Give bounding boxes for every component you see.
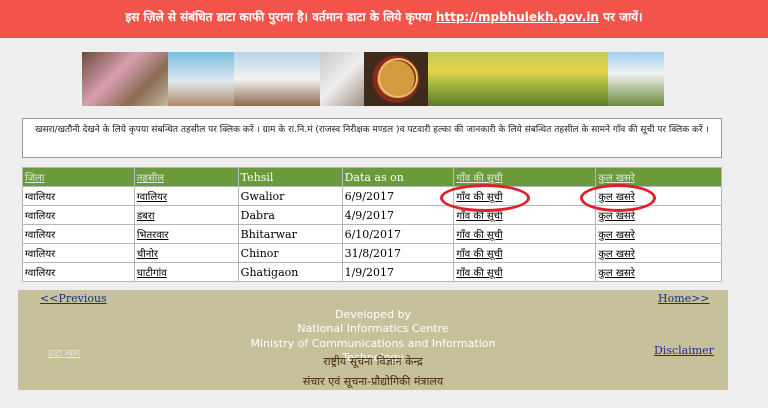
col-tehsil: Tehsil — [237, 167, 343, 187]
total-khasra-link[interactable]: कुल खसरे — [598, 268, 635, 279]
tehsil-cell: Bhitarwar — [237, 224, 343, 244]
notice-suffix: पर जायें। — [603, 10, 643, 24]
data-disclaimer-hindi-link[interactable]: डाटा त्याग — [48, 346, 80, 359]
notice-text: इस ज़िले से संबंधित डाटा काफी पुराना है।… — [125, 10, 432, 24]
header-photo-office — [82, 52, 168, 106]
table-row: ग्वालियर चीनोर Chinor 31/8/2017 गाँव की … — [22, 243, 722, 263]
tehsil-link[interactable]: घाटीगांव — [137, 268, 167, 279]
village-list-link[interactable]: गाँव की सूची — [456, 249, 502, 260]
tehsil-cell: Chinor — [237, 243, 343, 263]
total-khasra-link[interactable]: कुल खसरे — [598, 249, 635, 260]
table-row: ग्वालियर घाटीगांव Ghatigaon 1/9/2017 गाँ… — [22, 262, 722, 282]
notice-banner: इस ज़िले से संबंधित डाटा काफी पुराना है।… — [0, 0, 768, 38]
total-khasra-link[interactable]: कुल खसरे — [598, 211, 635, 222]
district-cell: ग्वालियर — [22, 262, 135, 282]
table-row: ग्वालियर भितरवार Bhitarwar 6/10/2017 गाँ… — [22, 224, 722, 244]
col-date: Data as on — [341, 167, 455, 187]
tehsil-link[interactable]: डबरा — [137, 211, 155, 222]
col-tehsil-hindi: तहसील — [133, 167, 239, 187]
date-cell: 4/9/2017 — [341, 205, 455, 225]
village-list-link[interactable]: गाँव की सूची — [456, 268, 502, 279]
nic-hindi-text: राष्ट्रीय सूचना विज्ञान केन्द्र — [323, 355, 423, 368]
tehsil-cell: Ghatigaon — [237, 262, 343, 282]
highlight-circle-village-list — [440, 184, 530, 212]
district-cell: ग्वालियर — [22, 243, 135, 263]
home-link[interactable]: Home>> — [658, 292, 710, 305]
date-cell: 1/9/2017 — [341, 262, 455, 282]
highlight-circle-total-khasra — [580, 184, 656, 212]
header-photo-staff — [320, 52, 364, 106]
footer: <<Previous Home>> डाटा त्याग Disclaimer … — [18, 290, 728, 390]
ministry-hindi-text: संचार एवं सूचना-प्रौद्योगिकी मंत्रालय — [302, 375, 444, 388]
header-photo-survey — [608, 52, 664, 106]
village-list-link[interactable]: गाँव की सूची — [456, 230, 502, 241]
district-cell: ग्वालियर — [22, 186, 135, 206]
previous-link[interactable]: <<Previous — [40, 292, 107, 305]
disclaimer-link[interactable]: Disclaimer — [654, 344, 714, 357]
tehsil-link[interactable]: चीनोर — [137, 249, 158, 260]
village-list-link[interactable]: गाँव की सूची — [456, 211, 502, 222]
col-district: जिला — [22, 167, 135, 187]
tehsil-cell: Dabra — [237, 205, 343, 225]
tehsil-link[interactable]: ग्वालियर — [137, 192, 167, 203]
total-khasra-link[interactable]: कुल खसरे — [598, 230, 635, 241]
header-photo-field — [428, 52, 608, 106]
nic-text: National Informatics Centre — [297, 322, 449, 335]
mpbhulekh-link[interactable]: http://mpbhulekh.gov.in — [436, 10, 599, 24]
instructions-text: खसरा/खतौनी देखने के लिये कृपया संबन्धित … — [22, 118, 722, 158]
district-cell: ग्वालियर — [22, 224, 135, 244]
header-photo-building — [168, 52, 234, 106]
date-cell: 6/9/2017 — [341, 186, 455, 206]
header-banner-image — [82, 52, 664, 106]
date-cell: 6/10/2017 — [341, 224, 455, 244]
tehsil-cell: Gwalior — [237, 186, 343, 206]
tehsil-link[interactable]: भितरवार — [137, 230, 169, 241]
date-cell: 31/8/2017 — [341, 243, 455, 263]
developed-by-text: Developed by — [334, 308, 412, 321]
header-photo-people — [234, 52, 320, 106]
state-emblem-seal — [364, 52, 428, 106]
district-cell: ग्वालियर — [22, 205, 135, 225]
